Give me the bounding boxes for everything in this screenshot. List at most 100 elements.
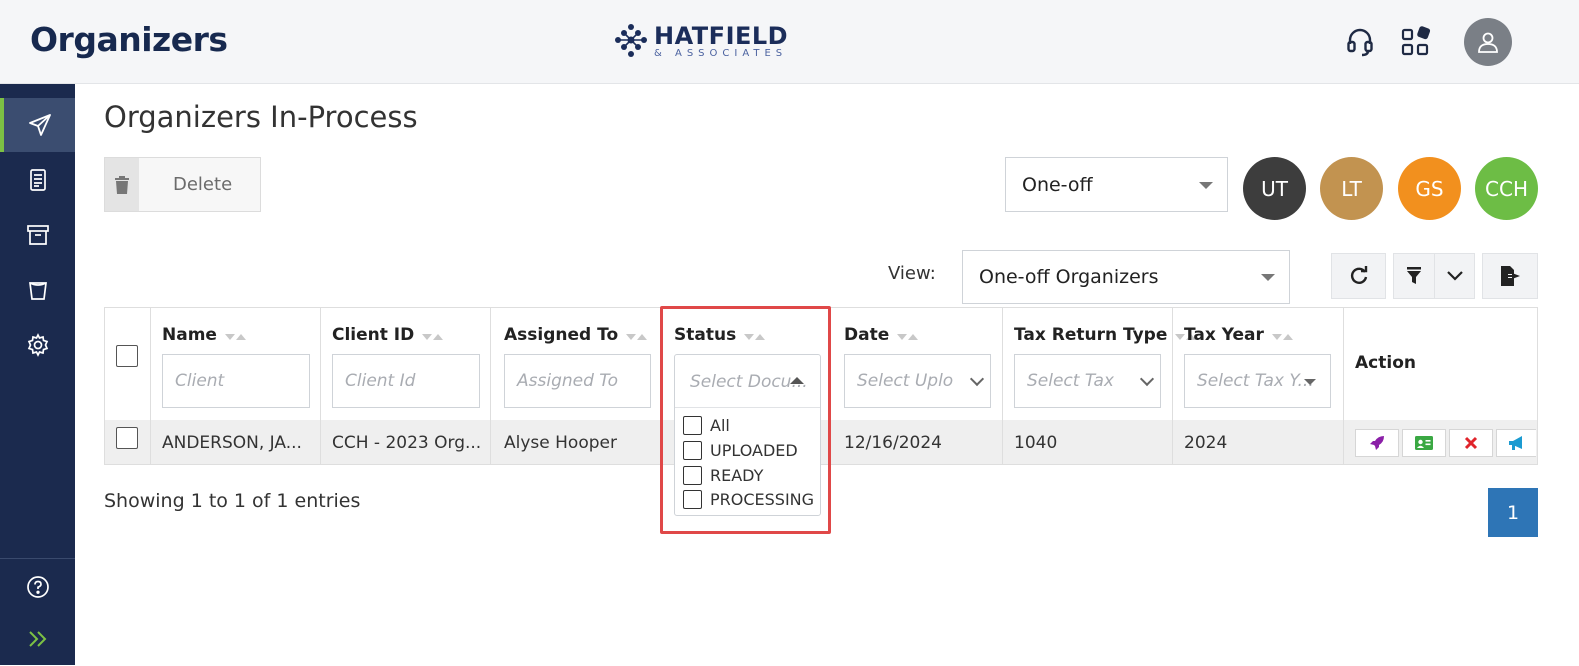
sidebar-item-archive[interactable] — [0, 208, 75, 262]
logo-sub-text: & ASSOCIATES — [654, 47, 788, 59]
sort-icon — [897, 325, 919, 345]
column-tax-return-type: Tax Return Type Select Tax 1040 — [1003, 308, 1197, 464]
id-card-icon — [1415, 436, 1433, 450]
column-header-client-id[interactable]: Client ID — [332, 325, 444, 345]
integration-lt-button[interactable]: LT — [1320, 157, 1383, 220]
column-header-tax-year[interactable]: Tax Year — [1184, 325, 1293, 345]
sidebar-divider — [0, 558, 75, 559]
view-select[interactable]: One-off Organizers — [962, 250, 1290, 304]
caret-down-icon — [1199, 181, 1213, 189]
sidebar-item-trash[interactable] — [0, 263, 75, 317]
megaphone-icon — [1508, 436, 1522, 450]
organizer-type-value: One-off — [1022, 173, 1093, 196]
sidebar — [0, 84, 75, 665]
column-action: Action — [1344, 308, 1537, 464]
integration-cch-button[interactable]: CCH — [1475, 157, 1538, 220]
client-card-button[interactable] — [1402, 429, 1446, 457]
column-tax-year: Tax Year Select Tax Y... 2024 — [1173, 308, 1344, 464]
company-logo[interactable]: HATFIELD & ASSOCIATES — [614, 22, 788, 60]
highlight-box — [660, 306, 831, 534]
column-header-date[interactable]: Date — [844, 325, 919, 345]
top-bar: Organizers HATFIELD & ASSOCIATES — [0, 0, 1579, 84]
refresh-icon — [1350, 266, 1367, 284]
cell-date: 12/16/2024 — [844, 433, 942, 453]
launch-button[interactable] — [1355, 429, 1399, 457]
app-title: Organizers — [30, 20, 228, 59]
help-icon — [26, 576, 49, 598]
sort-icon — [422, 325, 444, 345]
chevron-down-icon — [1446, 271, 1463, 281]
filter-dropdown-button[interactable] — [1434, 253, 1475, 299]
send-icon — [28, 114, 51, 136]
integration-ut-label: UT — [1261, 176, 1288, 201]
column-client-id: Client ID Client Id CCH - 2023 Org... — [321, 308, 491, 464]
delete-button[interactable]: Delete — [104, 157, 261, 212]
headset-icon[interactable] — [1343, 25, 1377, 59]
sidebar-item-send[interactable] — [0, 98, 75, 152]
sidebar-item-help[interactable] — [0, 560, 75, 614]
chevron-down-icon — [969, 371, 985, 387]
name-filter-input[interactable]: Client — [162, 354, 310, 408]
delete-icon-container — [105, 158, 139, 211]
row-checkbox[interactable] — [116, 427, 138, 449]
cell-tax-return-type: 1040 — [1014, 433, 1058, 453]
close-icon — [1464, 436, 1478, 450]
user-avatar-icon[interactable] — [1464, 18, 1512, 66]
date-filter-select[interactable]: Select Uplo — [844, 354, 991, 408]
apps-grid-icon[interactable] — [1399, 25, 1433, 59]
sort-icon — [626, 325, 648, 345]
trash-bin-icon — [28, 282, 47, 300]
archive-icon — [26, 225, 49, 245]
entries-info: Showing 1 to 1 of 1 entries — [104, 490, 361, 512]
page-title: Organizers In-Process — [104, 100, 418, 134]
sidebar-expand-button[interactable] — [0, 612, 75, 666]
select-column — [105, 308, 151, 464]
refresh-button[interactable] — [1331, 253, 1386, 299]
pagination-page-1[interactable]: 1 — [1488, 488, 1538, 537]
trash-icon — [115, 175, 129, 194]
filter-icon — [1407, 267, 1421, 284]
column-name: Name Client ANDERSON, JA... — [151, 308, 321, 464]
tax-return-type-filter-select[interactable]: Select Tax — [1014, 354, 1161, 408]
cell-assigned-to: Alyse Hooper — [504, 433, 617, 453]
organizer-type-select[interactable]: One-off — [1005, 157, 1228, 212]
sort-icon — [224, 325, 246, 345]
column-header-assigned-to[interactable]: Assigned To — [504, 325, 648, 345]
caret-down-icon — [1304, 379, 1316, 385]
expand-icon — [28, 631, 46, 647]
cell-tax-year: 2024 — [1184, 433, 1228, 453]
caret-down-icon — [1261, 274, 1275, 281]
integration-ut-button[interactable]: UT — [1243, 157, 1306, 220]
chevron-down-icon — [1139, 371, 1155, 387]
integration-gs-button[interactable]: GS — [1398, 157, 1461, 220]
sidebar-item-settings[interactable] — [0, 318, 75, 372]
sidebar-item-documents[interactable] — [0, 153, 75, 207]
column-header-name[interactable]: Name — [162, 325, 246, 345]
gear-icon — [27, 333, 48, 357]
remove-button[interactable] — [1449, 429, 1493, 457]
client-id-filter-input[interactable]: Client Id — [332, 354, 480, 408]
integration-cch-label: CCH — [1485, 176, 1528, 201]
export-icon — [1501, 266, 1520, 286]
delete-label: Delete — [173, 174, 233, 195]
column-date: Date Select Uplo 12/16/2024 — [831, 308, 1003, 464]
select-all-checkbox[interactable] — [116, 345, 138, 367]
filter-button[interactable] — [1393, 253, 1434, 299]
rocket-icon — [1370, 436, 1384, 450]
column-header-action: Action — [1355, 353, 1416, 373]
view-label: View: — [888, 263, 936, 284]
sort-icon — [1271, 325, 1293, 345]
view-select-value: One-off Organizers — [979, 266, 1159, 288]
column-assigned-to: Assigned To Assigned To Alyse Hooper — [491, 308, 661, 464]
integration-gs-label: GS — [1415, 176, 1444, 201]
notify-button[interactable] — [1496, 429, 1536, 457]
column-header-tax-return-type[interactable]: Tax Return Type — [1014, 325, 1197, 345]
assigned-to-filter-input[interactable]: Assigned To — [504, 354, 651, 408]
export-button[interactable] — [1482, 253, 1538, 299]
logo-mark-icon — [615, 24, 647, 57]
document-icon — [29, 169, 46, 191]
integration-lt-label: LT — [1341, 176, 1362, 201]
logo-main-text: HATFIELD — [654, 21, 789, 50]
cell-client-id: CCH - 2023 Org... — [332, 433, 482, 453]
tax-year-filter-select[interactable]: Select Tax Y... — [1184, 354, 1331, 408]
